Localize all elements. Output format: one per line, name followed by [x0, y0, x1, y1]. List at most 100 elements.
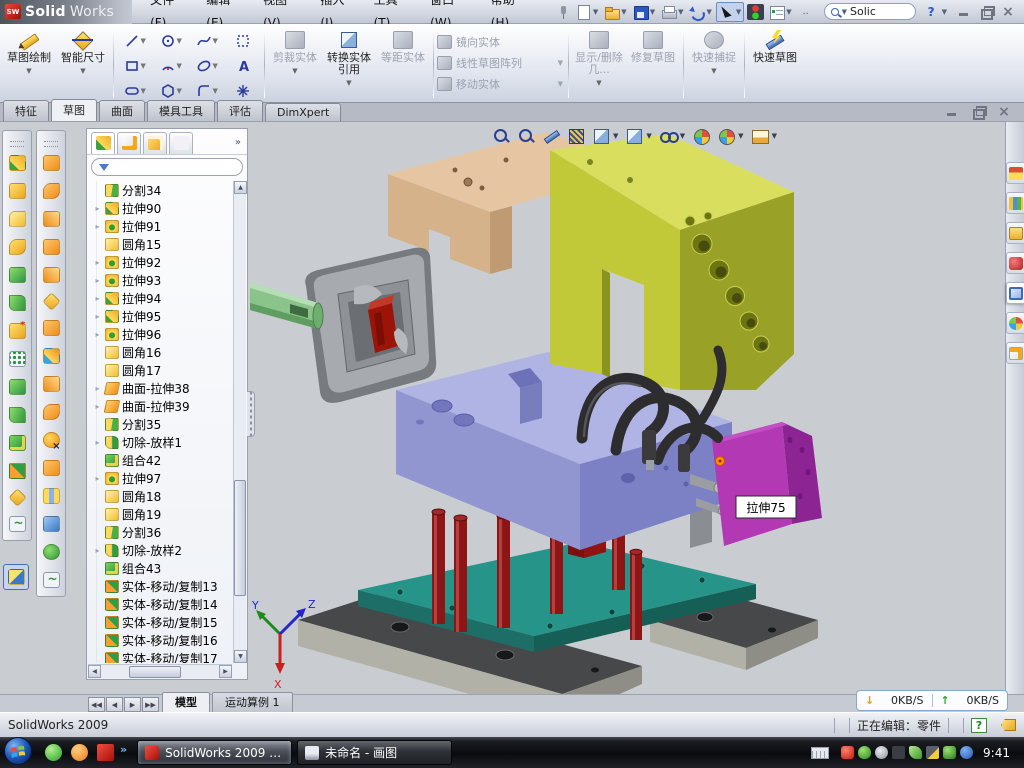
- expand-arrow-icon[interactable]: ▸: [93, 438, 102, 447]
- filled-surface-icon[interactable]: [43, 376, 60, 392]
- network-warning-tray-icon[interactable]: [926, 746, 939, 759]
- task-pane-tab[interactable]: [1006, 342, 1024, 364]
- search-box[interactable]: ▼ Solic: [824, 3, 916, 20]
- move-copy-body-icon[interactable]: [9, 463, 26, 479]
- expand-arrow-icon[interactable]: ▸: [93, 258, 102, 267]
- tree-vertical-scrollbar[interactable]: ▲ ▼: [233, 181, 246, 663]
- hide-show-items-icon[interactable]: [659, 127, 677, 145]
- tree-filter-input[interactable]: [91, 158, 243, 176]
- health-shield-tray-icon[interactable]: [943, 746, 956, 759]
- expand-arrow-icon[interactable]: ▸: [93, 402, 102, 411]
- draft-icon[interactable]: [9, 407, 26, 423]
- doc-close-icon[interactable]: ×: [996, 105, 1012, 119]
- doc-minimize-icon[interactable]: [944, 105, 960, 119]
- task-pane-tab[interactable]: [1006, 312, 1024, 334]
- start-button[interactable]: [3, 736, 33, 768]
- manager-tab[interactable]: [143, 132, 167, 154]
- task-pane-tab[interactable]: [1006, 252, 1024, 274]
- first-sheet-icon[interactable]: ◀◀: [88, 697, 105, 712]
- rapid-sketch-button[interactable]: 快速草图: [748, 26, 802, 102]
- curve-icon[interactable]: [9, 516, 26, 532]
- task-pane-tab[interactable]: [1006, 192, 1024, 214]
- new-document-icon[interactable]: [575, 4, 592, 20]
- linear-pattern-icon[interactable]: [9, 351, 26, 367]
- prev-sheet-icon[interactable]: ◀: [106, 697, 123, 712]
- swept-boss-icon[interactable]: [9, 239, 26, 255]
- open-folder-icon[interactable]: [603, 4, 620, 20]
- print-icon[interactable]: [660, 4, 677, 20]
- manager-tab-overflow-icon[interactable]: »: [235, 137, 243, 148]
- tree-item[interactable]: ▸ 实体-移动/复制15: [89, 613, 232, 631]
- untrim-surface-icon[interactable]: [43, 516, 60, 532]
- blocked-service-tray-icon[interactable]: [960, 746, 973, 759]
- command-tab[interactable]: 模具工具: [147, 100, 215, 121]
- toolbar-overflow-icon[interactable]: ..: [796, 4, 816, 20]
- view-orientation-icon[interactable]: [592, 127, 610, 145]
- tree-item[interactable]: ▸ 拉伸97: [89, 469, 232, 487]
- options-icon[interactable]: [768, 4, 785, 20]
- tree-item[interactable]: ▸ 拉伸93: [89, 271, 232, 289]
- tree-item[interactable]: ▸ 实体-移动/复制16: [89, 631, 232, 649]
- instant3d-button[interactable]: [3, 564, 29, 590]
- security-shield-tray-icon[interactable]: [858, 746, 871, 759]
- close-button-icon[interactable]: ×: [1000, 5, 1016, 19]
- revolved-cut-icon[interactable]: [9, 295, 26, 311]
- zoom-to-area-icon[interactable]: [517, 127, 535, 145]
- taskbar-task-button[interactable]: SolidWorks 2009 - ...: [137, 740, 292, 765]
- tree-item[interactable]: ▸ 实体-移动/复制14: [89, 595, 232, 613]
- tree-item[interactable]: ▸ 分割34: [89, 181, 232, 199]
- expand-arrow-icon[interactable]: ▸: [93, 474, 102, 483]
- reference-plane-icon[interactable]: [8, 488, 26, 506]
- sheet-tab[interactable]: 模型: [162, 692, 210, 712]
- manager-tab[interactable]: [169, 132, 193, 154]
- spline-tool[interactable]: ▼: [189, 28, 225, 53]
- search-input[interactable]: Solic: [850, 5, 876, 18]
- command-tab[interactable]: DimXpert: [265, 103, 341, 121]
- tree-item[interactable]: ▸ 组合42: [89, 451, 232, 469]
- hole-wizard-icon[interactable]: [9, 323, 26, 339]
- save-icon[interactable]: [632, 4, 649, 20]
- tree-item[interactable]: ▸ 曲面-拉伸39: [89, 397, 232, 415]
- previous-view-icon[interactable]: [542, 127, 560, 145]
- line-tool[interactable]: ▼: [117, 28, 153, 53]
- scroll-down-icon[interactable]: ▼: [234, 650, 247, 663]
- task-pane-tab[interactable]: [1006, 162, 1024, 184]
- expand-arrow-icon[interactable]: ▸: [93, 384, 102, 393]
- last-sheet-icon[interactable]: ▶▶: [142, 697, 159, 712]
- freeform-icon[interactable]: [43, 572, 60, 588]
- delete-face-icon[interactable]: [43, 432, 60, 448]
- tree-item[interactable]: ▸ 实体-移动/复制13: [89, 577, 232, 595]
- fillet-icon[interactable]: [9, 211, 26, 227]
- solidworks-quicklaunch-icon[interactable]: [97, 744, 114, 761]
- extruded-cut-icon[interactable]: [9, 183, 26, 199]
- circle-tool[interactable]: ▼: [153, 28, 189, 53]
- tree-item[interactable]: ▸ 组合43: [89, 559, 232, 577]
- planar-surface-icon[interactable]: [42, 292, 60, 310]
- expand-arrow-icon[interactable]: ▸: [93, 204, 102, 213]
- scrollbar-thumb[interactable]: [234, 480, 246, 596]
- extruded-boss-icon[interactable]: [9, 155, 26, 171]
- scrollbar-thumb[interactable]: [129, 666, 181, 678]
- quick-tips-icon[interactable]: ?: [971, 718, 987, 733]
- tree-item[interactable]: ▸ 切除-放样1: [89, 433, 232, 451]
- rebuild-icon[interactable]: [747, 4, 764, 20]
- combine-icon[interactable]: [9, 435, 26, 451]
- expand-arrow-icon[interactable]: ▸: [93, 546, 102, 555]
- selection-box-tool[interactable]: [225, 28, 261, 53]
- tree-item[interactable]: ▸ 实体-移动/复制17: [89, 649, 232, 663]
- scroll-up-icon[interactable]: ▲: [234, 181, 247, 194]
- rectangle-tool[interactable]: ▼: [117, 53, 153, 78]
- task-pane-tab[interactable]: [1006, 222, 1024, 244]
- dome-icon[interactable]: [43, 544, 60, 560]
- tree-item[interactable]: ▸ 圆角15: [89, 235, 232, 253]
- help-button[interactable]: ?: [918, 5, 939, 19]
- app-quicklaunch-icon[interactable]: [71, 744, 88, 761]
- undo-icon[interactable]: [688, 4, 705, 20]
- command-tab[interactable]: 曲面: [99, 100, 145, 121]
- extruded-surface-icon[interactable]: [43, 155, 60, 171]
- revolved-surface-icon[interactable]: [43, 183, 60, 199]
- offset-surface-icon[interactable]: [43, 320, 60, 336]
- trim-surface-icon[interactable]: [43, 488, 60, 504]
- ruled-surface-icon[interactable]: [43, 348, 60, 364]
- task-pane-tab[interactable]: [1006, 282, 1024, 304]
